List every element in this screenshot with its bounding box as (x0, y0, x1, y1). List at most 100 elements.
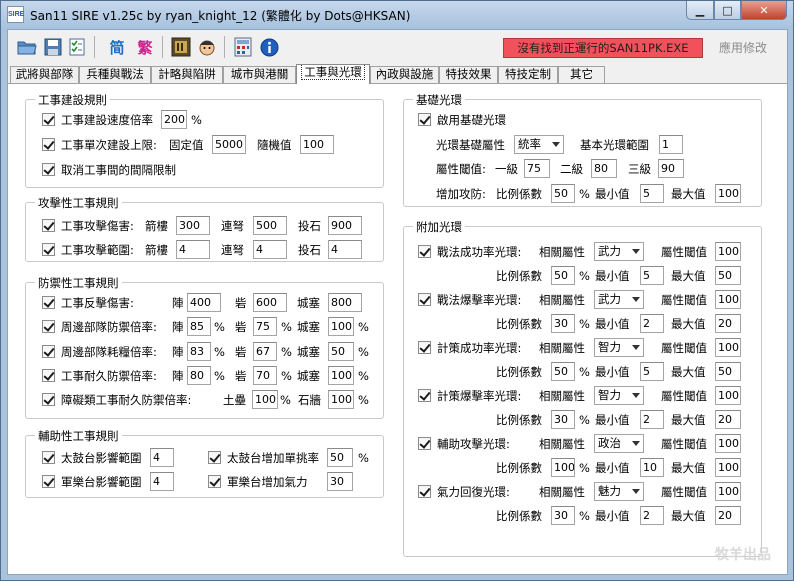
drum-duel-checkbox[interactable] (208, 451, 221, 464)
related-attr-select[interactable]: 智力 (594, 386, 644, 405)
related-attr-select[interactable]: 武力 (594, 290, 644, 309)
fort-input[interactable]: 67 (253, 342, 277, 361)
max-input[interactable]: 20 (715, 314, 741, 333)
drum-duel-input[interactable]: 50 (327, 448, 353, 467)
defensive-row-checkbox[interactable] (42, 296, 55, 309)
construction-limit-checkbox[interactable] (42, 138, 55, 151)
ratio-input[interactable]: 50 (551, 362, 575, 381)
arrow-tower-range-input[interactable]: 4 (176, 240, 210, 259)
tab-generals-units[interactable]: 武將與部隊 (10, 66, 79, 83)
fortress-input[interactable]: 100 (328, 317, 354, 336)
attack-damage-checkbox[interactable] (42, 219, 55, 232)
drum-range-input[interactable]: 4 (150, 448, 174, 467)
drum-range-checkbox[interactable] (42, 451, 55, 464)
ratio-input[interactable]: 30 (551, 410, 575, 429)
ratio-input[interactable]: 30 (551, 506, 575, 525)
close-button[interactable]: ✕ (741, 1, 787, 20)
min-input[interactable]: 5 (640, 266, 664, 285)
defensive-row-checkbox[interactable] (42, 345, 55, 358)
extra-aura-checkbox[interactable] (418, 485, 431, 498)
camp-input[interactable]: 85 (187, 317, 211, 336)
save-icon[interactable] (42, 36, 64, 58)
fortress-input[interactable]: 100 (328, 366, 354, 385)
enable-basic-aura-checkbox[interactable] (418, 113, 431, 126)
game-cover-icon[interactable] (170, 36, 192, 58)
crossbow-range-input[interactable]: 4 (253, 240, 287, 259)
tab-skill-custom[interactable]: 特技定制 (498, 66, 558, 83)
calculator-icon[interactable] (232, 36, 254, 58)
camp-input[interactable]: 400 (187, 293, 221, 312)
band-range-checkbox[interactable] (42, 475, 55, 488)
threshold-input[interactable]: 100 (715, 482, 741, 501)
band-range-input[interactable]: 4 (150, 472, 174, 491)
ratio-input[interactable]: 30 (551, 314, 575, 333)
max-input[interactable]: 20 (715, 410, 741, 429)
extra-aura-checkbox[interactable] (418, 245, 431, 258)
min-input[interactable]: 5 (640, 184, 664, 203)
defensive-row-checkbox[interactable] (42, 369, 55, 382)
related-attr-select[interactable]: 魅力 (594, 482, 644, 501)
stone-wall-input[interactable]: 100 (328, 390, 354, 409)
fixed-value-input[interactable]: 5000 (212, 135, 246, 154)
construction-speed-checkbox[interactable] (42, 113, 55, 126)
tab-troops-tactics[interactable]: 兵種與戰法 (79, 66, 151, 83)
fortress-input[interactable]: 50 (328, 342, 354, 361)
aura-range-input[interactable]: 1 (659, 135, 683, 154)
maximize-button[interactable]: □ (714, 1, 741, 20)
tab-others[interactable]: 其它 (558, 66, 605, 83)
tab-strategies-traps[interactable]: 計略與陷阱 (151, 66, 223, 83)
max-input[interactable]: 20 (715, 506, 741, 525)
level-2-input[interactable]: 80 (591, 159, 617, 178)
threshold-input[interactable]: 100 (715, 338, 741, 357)
general-portrait-icon[interactable] (196, 36, 218, 58)
extra-aura-checkbox[interactable] (418, 293, 431, 306)
attack-range-checkbox[interactable] (42, 243, 55, 256)
tab-politics-facilities[interactable]: 內政與設施 (370, 66, 439, 83)
extra-aura-checkbox[interactable] (418, 341, 431, 354)
max-input[interactable]: 100 (715, 458, 741, 477)
fort-input[interactable]: 600 (253, 293, 287, 312)
threshold-input[interactable]: 100 (715, 386, 741, 405)
min-input[interactable]: 2 (640, 506, 664, 525)
apply-changes-button[interactable]: 應用修改 (708, 39, 778, 57)
min-input[interactable]: 5 (640, 362, 664, 381)
minimize-button[interactable]: ▁ (686, 1, 714, 20)
traditional-chinese-button[interactable]: 繁 (134, 36, 156, 58)
related-attr-select[interactable]: 智力 (594, 338, 644, 357)
defensive-row-checkbox[interactable] (42, 320, 55, 333)
fort-input[interactable]: 70 (253, 366, 277, 385)
checklist-icon[interactable] (66, 36, 88, 58)
remove-interval-checkbox[interactable] (42, 163, 55, 176)
extra-aura-checkbox[interactable] (418, 437, 431, 450)
threshold-input[interactable]: 100 (715, 242, 741, 261)
ratio-input[interactable]: 50 (551, 184, 575, 203)
band-morale-checkbox[interactable] (208, 475, 221, 488)
level-3-input[interactable]: 90 (658, 159, 684, 178)
related-attr-select[interactable]: 政治 (594, 434, 644, 453)
catapult-range-input[interactable]: 4 (328, 240, 362, 259)
title-bar[interactable]: SIRE San11 SIRE v1.25c by ryan_knight_12… (1, 1, 793, 28)
fortress-input[interactable]: 800 (328, 293, 362, 312)
open-folder-icon[interactable] (16, 36, 38, 58)
max-input[interactable]: 50 (715, 266, 741, 285)
band-morale-input[interactable]: 30 (327, 472, 353, 491)
max-input[interactable]: 50 (715, 362, 741, 381)
max-input[interactable]: 100 (715, 184, 741, 203)
ratio-input[interactable]: 50 (551, 266, 575, 285)
fort-input[interactable]: 75 (253, 317, 277, 336)
aura-attr-select[interactable]: 統率 (514, 135, 564, 154)
min-input[interactable]: 10 (640, 458, 664, 477)
tab-skill-effects[interactable]: 特技效果 (439, 66, 498, 83)
min-input[interactable]: 2 (640, 410, 664, 429)
crossbow-damage-input[interactable]: 500 (253, 216, 287, 235)
ratio-input[interactable]: 100 (551, 458, 575, 477)
level-1-input[interactable]: 75 (524, 159, 550, 178)
related-attr-select[interactable]: 武力 (594, 242, 644, 261)
threshold-input[interactable]: 100 (715, 290, 741, 309)
mound-input[interactable]: 100 (252, 390, 278, 409)
tab-constructions-auras[interactable]: 工事與光環 (296, 64, 370, 85)
construction-speed-input[interactable]: 200 (161, 110, 187, 129)
random-value-input[interactable]: 100 (300, 135, 334, 154)
catapult-damage-input[interactable]: 900 (328, 216, 362, 235)
extra-aura-checkbox[interactable] (418, 389, 431, 402)
